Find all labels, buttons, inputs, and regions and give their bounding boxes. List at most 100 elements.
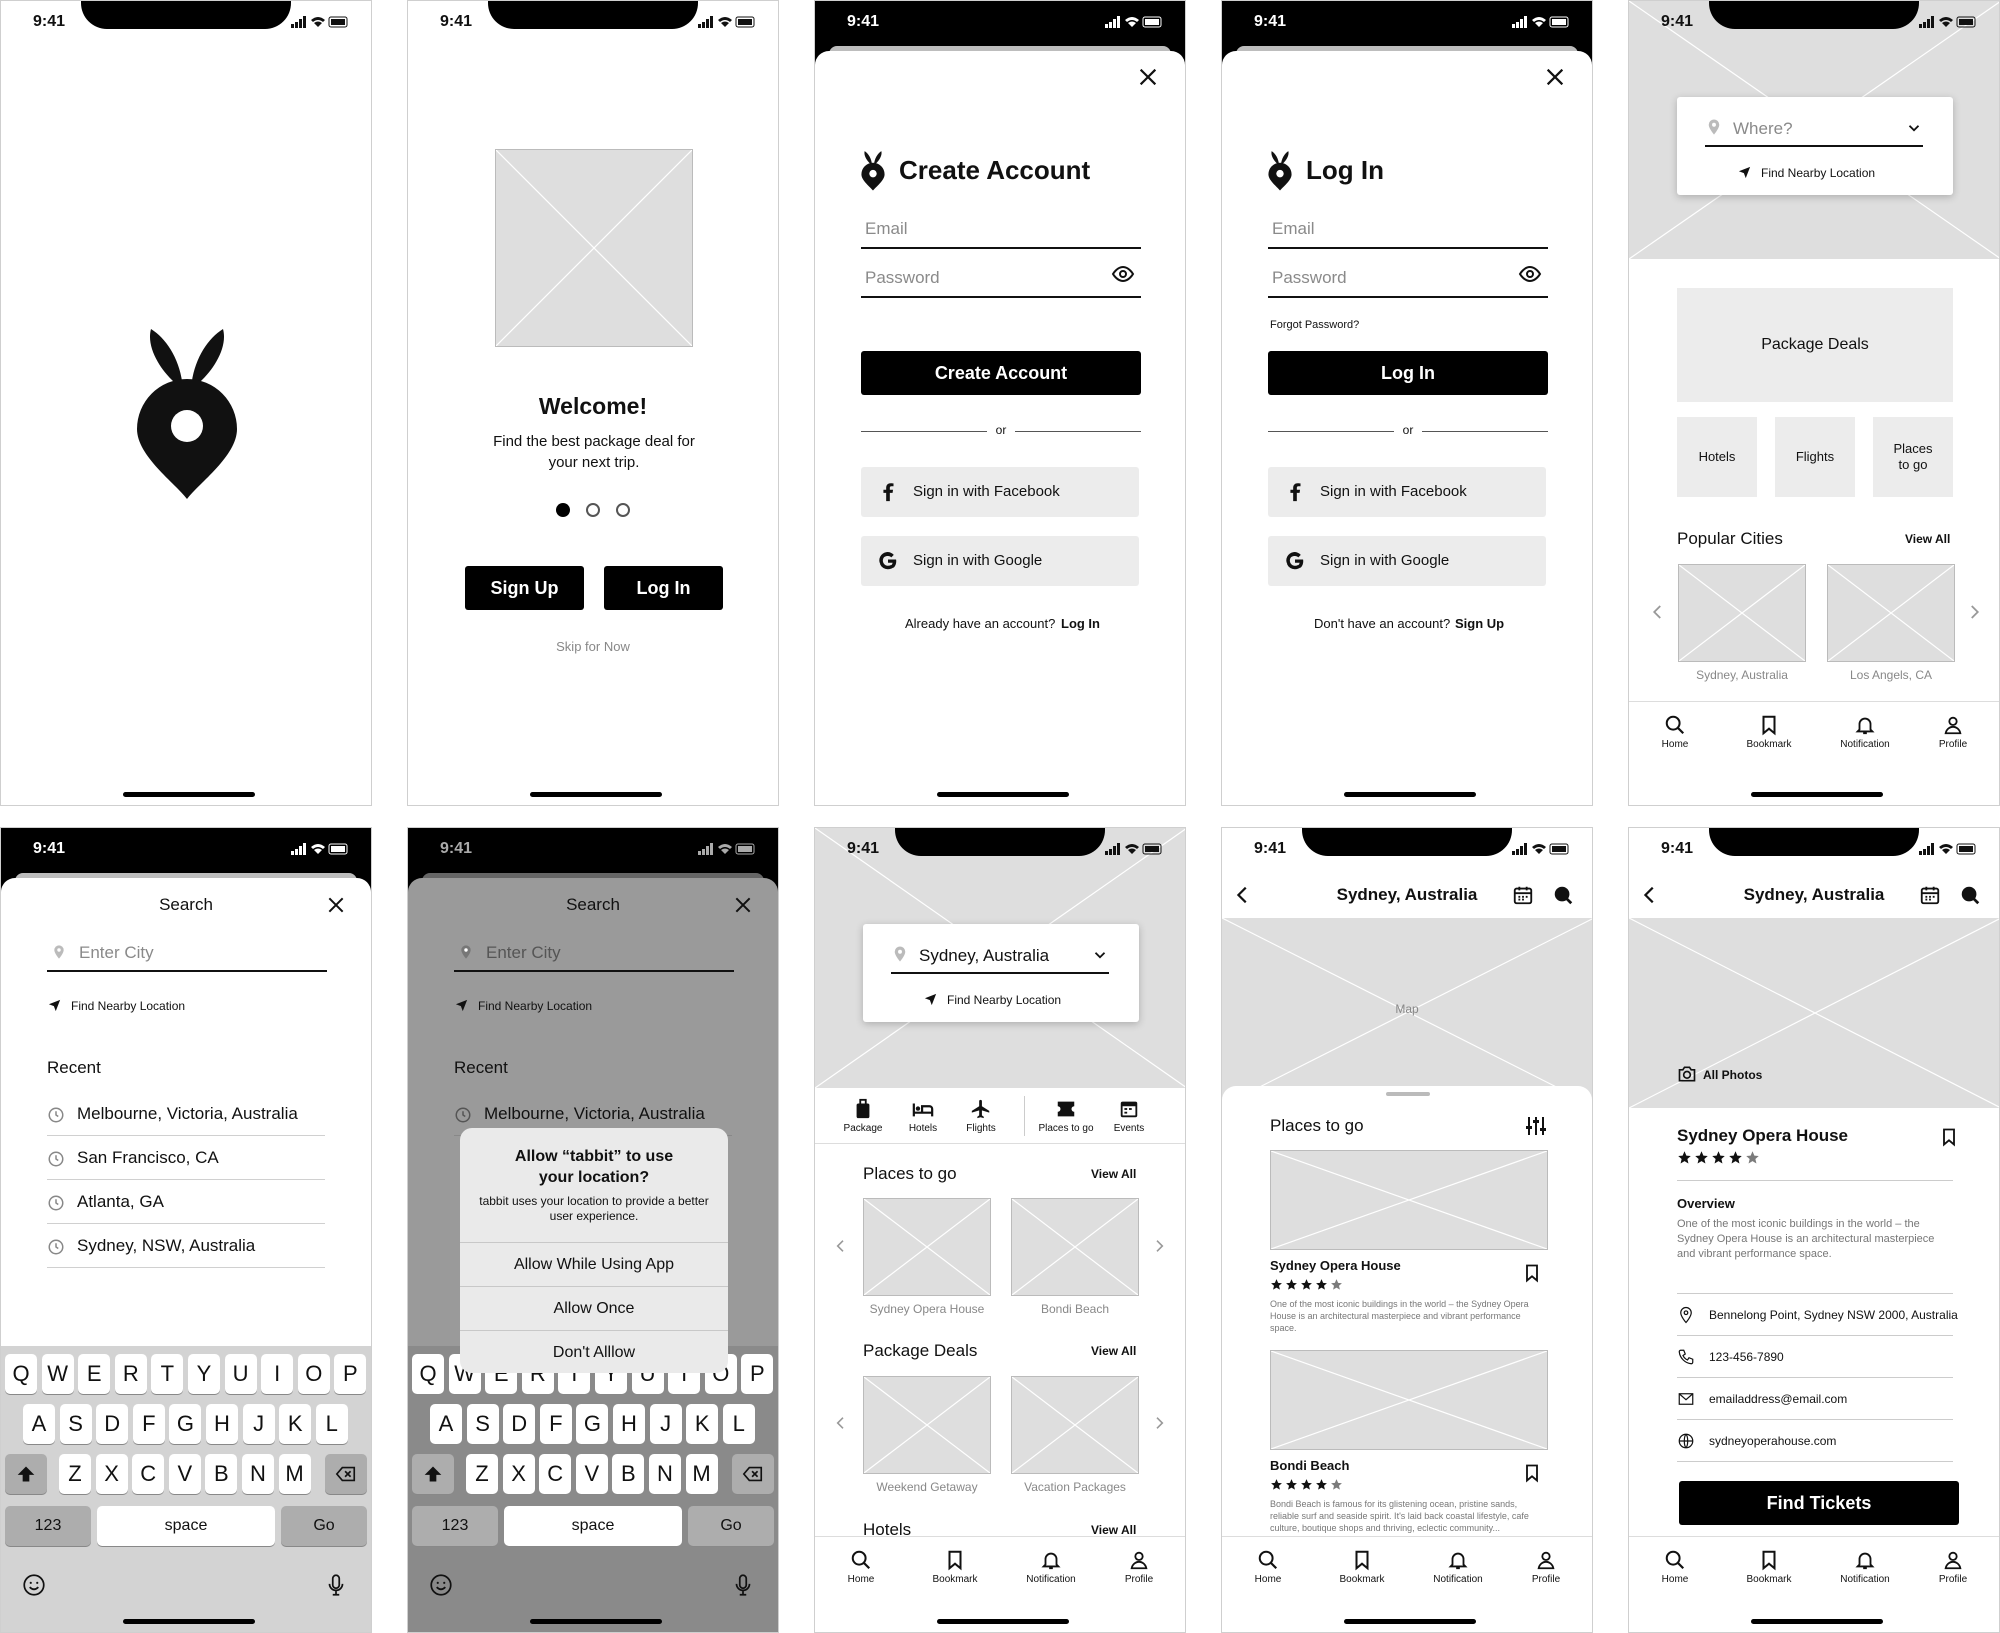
place-image-placeholder[interactable] — [1270, 1350, 1548, 1450]
tab-bookmark[interactable]: Bookmark — [1739, 1549, 1799, 1585]
key[interactable]: D — [96, 1404, 129, 1444]
places-tile[interactable]: Places to go — [1873, 417, 1953, 497]
package-image-placeholder[interactable] — [1011, 1376, 1139, 1474]
tab-profile[interactable]: Profile — [1516, 1549, 1576, 1585]
key[interactable]: U — [224, 1354, 257, 1394]
view-all-link[interactable]: View All — [1091, 1344, 1136, 1358]
key[interactable]: B — [612, 1454, 645, 1494]
go-key[interactable]: Go — [688, 1506, 774, 1546]
key[interactable]: A — [430, 1404, 462, 1444]
key[interactable]: L — [722, 1404, 755, 1444]
find-nearby-link[interactable]: Find Nearby Location — [71, 999, 185, 1013]
tab-home[interactable]: Home — [831, 1549, 891, 1585]
login-link[interactable]: Log In — [1061, 616, 1100, 631]
email-field[interactable]: Email — [861, 219, 1141, 249]
key[interactable]: O — [297, 1354, 330, 1394]
tab-bookmark[interactable]: Bookmark — [925, 1549, 985, 1585]
google-button[interactable]: Sign in with Google — [861, 536, 1139, 586]
calendar-icon[interactable] — [1512, 884, 1534, 906]
phone-text[interactable]: 123-456-7890 — [1709, 1350, 1784, 1364]
key[interactable]: Q — [5, 1354, 37, 1394]
key[interactable]: D — [503, 1404, 536, 1444]
place-image-placeholder[interactable] — [1011, 1198, 1139, 1296]
allow-once-button[interactable]: Allow Once — [460, 1286, 728, 1330]
place-name[interactable]: Sydney Opera House — [1270, 1258, 1401, 1273]
key[interactable]: F — [539, 1404, 572, 1444]
space-key[interactable]: space — [504, 1506, 682, 1546]
numbers-key[interactable]: 123 — [5, 1506, 91, 1546]
website-text[interactable]: sydneyoperahouse.com — [1709, 1434, 1836, 1448]
recent-item[interactable]: San Francisco, CA — [47, 1136, 325, 1180]
category-package[interactable]: Package — [839, 1098, 887, 1134]
close-icon[interactable] — [326, 895, 346, 915]
numbers-key[interactable]: 123 — [412, 1506, 498, 1546]
key[interactable]: V — [168, 1454, 201, 1494]
key[interactable]: H — [613, 1404, 645, 1444]
tab-bookmark[interactable]: Bookmark — [1332, 1549, 1392, 1585]
tab-home[interactable]: Home — [1238, 1549, 1298, 1585]
tab-notification[interactable]: Notification — [1021, 1549, 1081, 1585]
search-icon[interactable] — [1552, 884, 1574, 906]
key[interactable]: C — [132, 1454, 165, 1494]
tab-home[interactable]: Home — [1645, 714, 1705, 750]
city-image-placeholder[interactable] — [1678, 564, 1806, 662]
key[interactable]: Z — [59, 1454, 91, 1494]
key[interactable]: K — [686, 1404, 719, 1444]
location-select[interactable]: Sydney, Australia — [919, 946, 1049, 966]
chevron-left-icon[interactable] — [833, 1235, 849, 1257]
password-field[interactable]: Password — [1268, 268, 1548, 298]
key[interactable]: S — [466, 1404, 499, 1444]
find-nearby-link[interactable]: Find Nearby Location — [947, 993, 1061, 1007]
emoji-icon[interactable] — [428, 1572, 454, 1598]
key[interactable]: J — [649, 1404, 682, 1444]
tab-profile[interactable]: Profile — [1923, 1549, 1983, 1585]
shift-key[interactable] — [412, 1454, 454, 1494]
key[interactable]: H — [206, 1404, 238, 1444]
key[interactable]: X — [502, 1454, 535, 1494]
key[interactable]: A — [23, 1404, 55, 1444]
view-all-link[interactable]: View All — [1091, 1523, 1136, 1537]
eye-icon[interactable] — [1518, 262, 1542, 286]
city-search-input[interactable]: Enter City — [454, 943, 734, 972]
flights-tile[interactable]: Flights — [1775, 417, 1855, 497]
skip-link[interactable]: Skip for Now — [408, 639, 778, 654]
key[interactable]: F — [132, 1404, 165, 1444]
tab-notification[interactable]: Notification — [1835, 1549, 1895, 1585]
sheet-handle[interactable] — [1386, 1092, 1430, 1096]
find-nearby-link[interactable]: Find Nearby Location — [1761, 166, 1875, 180]
log-in-button[interactable]: Log In — [604, 566, 723, 610]
bookmark-icon[interactable] — [1939, 1126, 1959, 1148]
go-key[interactable]: Go — [281, 1506, 367, 1546]
calendar-icon[interactable] — [1919, 884, 1941, 906]
forgot-password-link[interactable]: Forgot Password? — [1270, 319, 1359, 331]
page-dot[interactable] — [616, 503, 630, 517]
password-field[interactable]: Password — [861, 268, 1141, 298]
key[interactable]: C — [539, 1454, 572, 1494]
page-dot-active[interactable] — [556, 503, 570, 517]
microphone-icon[interactable] — [730, 1572, 756, 1598]
key[interactable]: S — [59, 1404, 92, 1444]
category-places[interactable]: Places to go — [1029, 1098, 1103, 1134]
facebook-button[interactable]: Sign in with Facebook — [1268, 467, 1546, 517]
category-flights[interactable]: Flights — [957, 1098, 1005, 1134]
chevron-down-icon[interactable] — [1091, 946, 1109, 964]
recent-item[interactable]: Sydney, NSW, Australia — [47, 1224, 325, 1268]
find-tickets-button[interactable]: Find Tickets — [1679, 1481, 1959, 1525]
facebook-button[interactable]: Sign in with Facebook — [861, 467, 1139, 517]
key[interactable]: V — [575, 1454, 608, 1494]
chevron-left-icon[interactable] — [833, 1412, 849, 1434]
backspace-key[interactable] — [732, 1454, 774, 1494]
shift-key[interactable] — [5, 1454, 47, 1494]
key[interactable]: G — [576, 1404, 609, 1444]
key[interactable]: X — [95, 1454, 128, 1494]
city-image-placeholder[interactable] — [1827, 564, 1955, 662]
key[interactable]: P — [741, 1354, 774, 1394]
create-account-button[interactable]: Create Account — [861, 351, 1141, 395]
bookmark-icon[interactable] — [1522, 1262, 1542, 1284]
key[interactable]: J — [242, 1404, 275, 1444]
log-in-button[interactable]: Log In — [1268, 351, 1548, 395]
key[interactable]: M — [685, 1454, 718, 1494]
sign-up-button[interactable]: Sign Up — [465, 566, 584, 610]
search-icon[interactable] — [1959, 884, 1981, 906]
eye-icon[interactable] — [1111, 262, 1135, 286]
